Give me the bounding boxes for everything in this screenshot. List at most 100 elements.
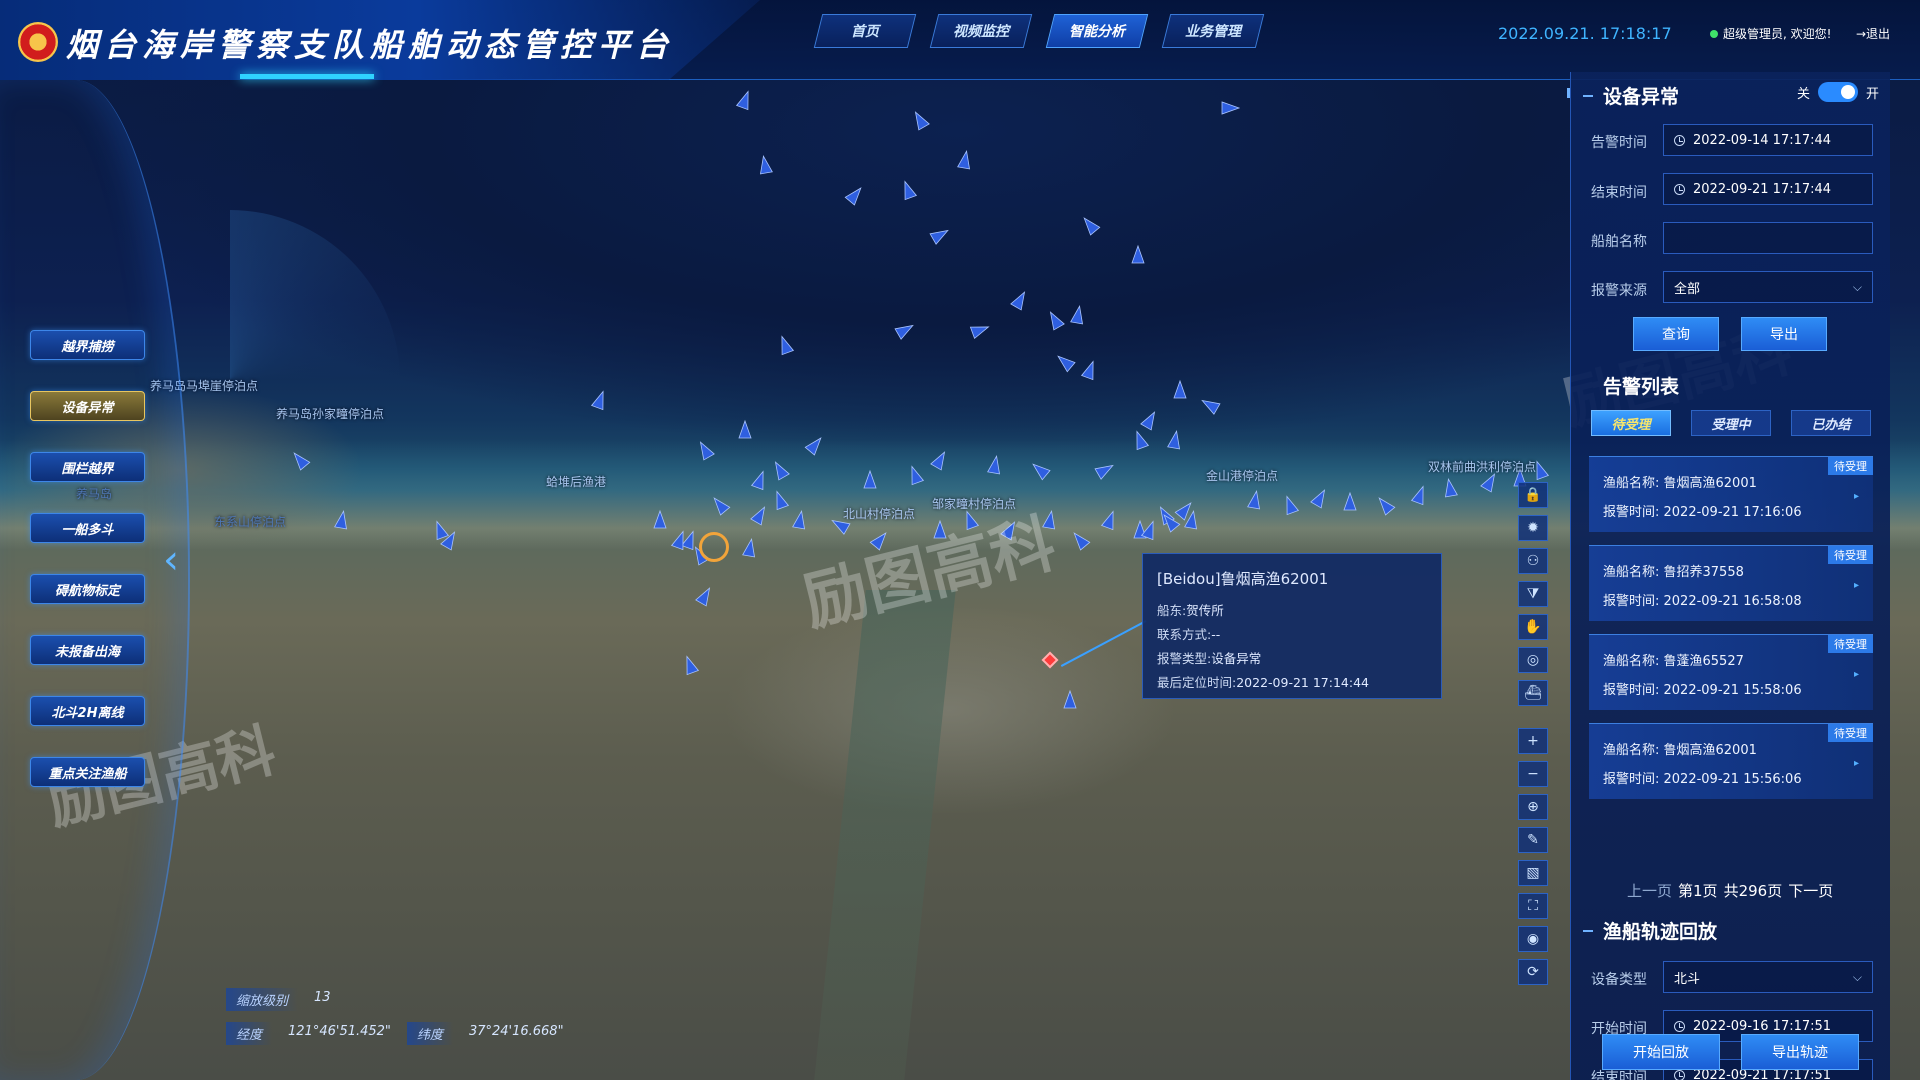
menu-obstacle-marking[interactable]: 碍航物标定 xyxy=(30,574,145,604)
nav-video-monitor[interactable]: 视频监控 xyxy=(929,14,1033,48)
nav-business-management[interactable]: 业务管理 xyxy=(1161,14,1265,48)
alarm-time-picker[interactable]: 2022-09-14 17:17:44 xyxy=(1663,124,1873,156)
vessel-marker-icon[interactable] xyxy=(1094,460,1116,480)
tab-processing[interactable]: 受理中 xyxy=(1691,410,1771,436)
menu-key-vessels[interactable]: 重点关注渔船 xyxy=(30,757,145,787)
vessel-marker-icon[interactable] xyxy=(1140,519,1159,541)
next-page-link[interactable]: 下一页 xyxy=(1788,880,1833,901)
query-button[interactable]: 查询 xyxy=(1633,317,1719,351)
vessel-marker-icon[interactable] xyxy=(1281,494,1300,516)
start-playback-button[interactable]: 开始回放 xyxy=(1602,1034,1720,1070)
export-track-button[interactable]: 导出轨迹 xyxy=(1741,1034,1859,1070)
collapse-menu-chevron-icon[interactable]: ‹ xyxy=(157,530,185,590)
vessel-marker-icon[interactable] xyxy=(1054,352,1076,373)
menu-boundary-fishing[interactable]: 越界捕捞 xyxy=(30,330,145,360)
nav-home[interactable]: 首页 xyxy=(813,14,917,48)
vessel-marker-icon[interactable] xyxy=(1343,491,1357,511)
vessel-marker-icon[interactable] xyxy=(1080,359,1099,381)
vessel-marker-icon[interactable] xyxy=(1221,101,1241,115)
vessel-marker-icon[interactable] xyxy=(1131,429,1150,451)
lock-icon[interactable]: 🔒 xyxy=(1518,482,1548,508)
prev-page-link[interactable]: 上一页 xyxy=(1627,880,1672,901)
user-pin-icon[interactable]: ⚇ xyxy=(1518,548,1548,574)
vessel-marker-icon[interactable] xyxy=(771,489,790,511)
vessel-marker-icon[interactable] xyxy=(987,454,1003,475)
vessel-marker-icon[interactable] xyxy=(290,449,311,471)
device-type-select[interactable]: 北斗 ⌵ xyxy=(1663,961,1873,993)
filter-icon[interactable]: ⧩ xyxy=(1518,581,1548,607)
vessel-marker-icon[interactable] xyxy=(1029,460,1051,481)
vessel-marker-icon[interactable] xyxy=(1410,484,1429,506)
selected-vessel-ring[interactable] xyxy=(699,532,729,562)
alarm-source-select[interactable]: 全部 ⌵ xyxy=(1663,271,1873,303)
ship-icon[interactable]: ⛴ xyxy=(1518,680,1548,706)
alarm-list-item[interactable]: 待受理 渔船名称: 鲁烟高渔62001 报警时间: 2022-09-21 17:… xyxy=(1589,456,1873,532)
vessel-marker-icon[interactable] xyxy=(653,509,667,529)
vessel-marker-icon[interactable] xyxy=(1375,494,1396,516)
vessel-marker-icon[interactable] xyxy=(804,434,825,456)
vessel-marker-icon[interactable] xyxy=(1100,509,1119,531)
tab-pending[interactable]: 待受理 xyxy=(1591,410,1671,436)
menu-beidou-offline[interactable]: 北斗2H离线 xyxy=(30,696,145,726)
vessel-marker-icon[interactable] xyxy=(1045,309,1065,331)
vessel-marker-icon[interactable] xyxy=(334,509,350,530)
vessel-marker-icon[interactable] xyxy=(1063,689,1077,709)
vessel-marker-icon[interactable] xyxy=(1042,509,1058,530)
alarm-list-item[interactable]: 待受理 渔船名称: 鲁招养37558 报警时间: 2022-09-21 16:5… xyxy=(1589,545,1873,621)
menu-one-ship-multi[interactable]: 一船多斗 xyxy=(30,513,145,543)
vessel-marker-icon[interactable] xyxy=(1247,489,1263,510)
area-icon[interactable]: ▧ xyxy=(1518,860,1548,886)
scatter-icon[interactable]: ✹ xyxy=(1518,515,1548,541)
alarm-toggle-switch[interactable] xyxy=(1818,82,1859,102)
vessel-marker-icon[interactable] xyxy=(758,154,773,175)
vessel-marker-icon[interactable] xyxy=(695,439,715,461)
vessel-marker-icon[interactable] xyxy=(899,179,918,201)
vessel-marker-icon[interactable] xyxy=(1010,289,1030,311)
zoom-out-icon[interactable]: − xyxy=(1518,761,1548,787)
vessel-marker-icon[interactable] xyxy=(695,585,715,607)
vessel-marker-icon[interactable] xyxy=(1173,379,1187,399)
vessel-marker-icon[interactable] xyxy=(590,389,609,411)
locate-icon[interactable]: ⊕ xyxy=(1518,794,1548,820)
refresh-icon[interactable]: ⟳ xyxy=(1518,959,1548,985)
vessel-marker-icon[interactable] xyxy=(710,494,731,516)
nav-smart-analysis[interactable]: 智能分析 xyxy=(1045,14,1149,48)
vessel-marker-icon[interactable] xyxy=(1310,487,1330,509)
globe-icon[interactable]: ◎ xyxy=(1518,647,1548,673)
measure-icon[interactable]: ✎ xyxy=(1518,827,1548,853)
vessel-marker-icon[interactable] xyxy=(1070,529,1091,551)
vessel-marker-icon[interactable] xyxy=(933,519,947,539)
vessel-marker-icon[interactable] xyxy=(742,537,758,558)
vessel-marker-icon[interactable] xyxy=(930,449,950,471)
export-button[interactable]: 导出 xyxy=(1741,317,1827,351)
vessel-marker-icon[interactable] xyxy=(738,419,752,439)
vessel-marker-icon[interactable] xyxy=(735,89,754,111)
vessel-marker-icon[interactable] xyxy=(1199,395,1221,415)
vessel-marker-icon[interactable] xyxy=(750,469,769,491)
vessel-marker-icon[interactable] xyxy=(770,459,790,481)
vessel-marker-icon[interactable] xyxy=(750,504,770,526)
vessel-marker-icon[interactable] xyxy=(1000,519,1020,541)
vessel-marker-icon[interactable] xyxy=(969,321,990,340)
vessel-marker-icon[interactable] xyxy=(776,334,795,356)
vessel-marker-icon[interactable] xyxy=(681,654,700,676)
menu-unreported-departure[interactable]: 未报备出海 xyxy=(30,635,145,665)
vessel-marker-icon[interactable] xyxy=(961,509,980,531)
alarm-list-item[interactable]: 待受理 渔船名称: 鲁蓬渔65527 报警时间: 2022-09-21 15:5… xyxy=(1589,634,1873,710)
vessel-marker-icon[interactable] xyxy=(844,184,865,206)
earth-icon[interactable]: ◉ xyxy=(1518,926,1548,952)
vessel-marker-icon[interactable] xyxy=(906,464,925,486)
vessel-marker-icon[interactable] xyxy=(910,109,930,131)
vessel-marker-icon[interactable] xyxy=(1443,477,1458,498)
ship-name-input[interactable] xyxy=(1663,222,1873,254)
alarm-list-item[interactable]: 待受理 渔船名称: 鲁烟高渔62001 报警时间: 2022-09-21 15:… xyxy=(1589,723,1873,799)
end-time-picker[interactable]: 2022-09-21 17:17:44 xyxy=(1663,173,1873,205)
fullscreen-icon[interactable]: ⛶ xyxy=(1518,893,1548,919)
zoom-in-icon[interactable]: + xyxy=(1518,728,1548,754)
vessel-marker-icon[interactable] xyxy=(863,469,877,489)
vessel-marker-icon[interactable] xyxy=(431,519,450,541)
vessel-marker-icon[interactable] xyxy=(1167,429,1183,450)
vessel-marker-icon[interactable] xyxy=(957,149,973,170)
vessel-marker-icon[interactable] xyxy=(792,509,808,530)
vessel-marker-icon[interactable] xyxy=(1070,304,1086,325)
